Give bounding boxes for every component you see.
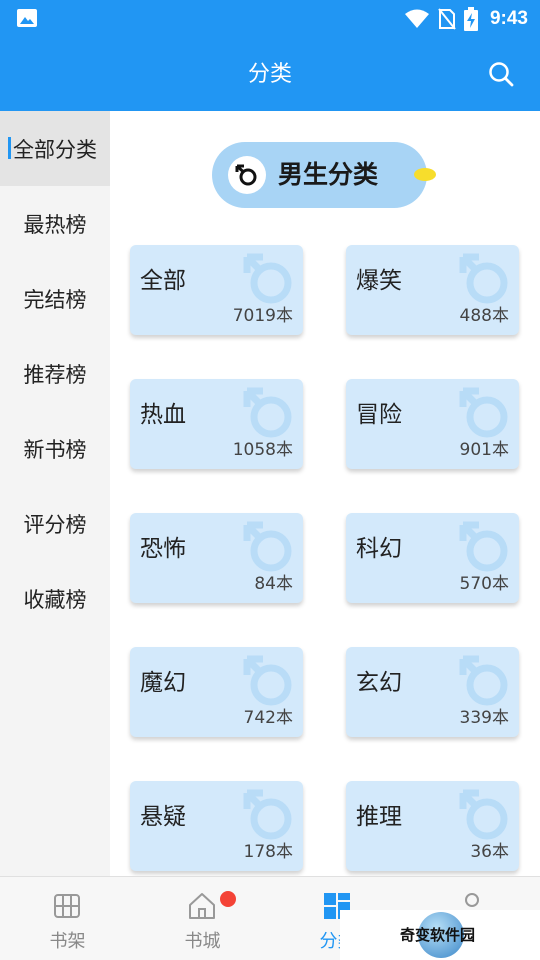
- nav-label: 书架: [49, 931, 86, 952]
- notification-badge: [220, 891, 236, 907]
- sidebar-item-rating[interactable]: 评分榜: [0, 486, 110, 561]
- sidebar-item-new-books[interactable]: 新书榜: [0, 411, 110, 486]
- sidebar-item-label: 新书榜: [23, 437, 87, 462]
- clock: 9:43: [489, 8, 528, 29]
- category-card[interactable]: 恐怖 84本: [130, 513, 303, 603]
- nav-label: 书城: [184, 931, 221, 952]
- ranking-sidebar: 全部分类 最热榜 完结榜 推荐榜 新书榜 评分榜 收藏榜: [0, 111, 110, 876]
- category-name: 科幻: [356, 536, 402, 562]
- male-icon: [241, 519, 297, 575]
- battery-charging-icon: [463, 7, 478, 31]
- nav-item-bookstore[interactable]: 书城: [135, 877, 270, 960]
- category-count: 36本: [470, 842, 509, 862]
- sidebar-item-label: 评分榜: [23, 512, 87, 537]
- category-name: 全部: [140, 268, 186, 294]
- sidebar-item-label: 推荐榜: [23, 362, 87, 387]
- category-name: 热血: [140, 402, 186, 428]
- category-count: 178本: [243, 842, 293, 862]
- sidebar-item-completed[interactable]: 完结榜: [0, 261, 110, 336]
- category-name: 恐怖: [140, 536, 186, 562]
- male-icon: [457, 519, 513, 575]
- category-name: 推理: [356, 804, 402, 830]
- app-bar: 分类: [0, 38, 540, 111]
- category-name: 魔幻: [140, 670, 186, 696]
- watermark: 奇变软件园: [340, 910, 540, 960]
- category-count: 7019本: [232, 306, 293, 326]
- decorative-dot: [414, 168, 436, 181]
- category-card[interactable]: 科幻 570本: [346, 513, 519, 603]
- status-bar: 9:43: [0, 0, 540, 38]
- category-card[interactable]: 冒险 901本: [346, 379, 519, 469]
- male-icon: [241, 251, 297, 307]
- male-icon: [457, 787, 513, 843]
- nav-item-bookshelf[interactable]: 书架: [0, 877, 135, 960]
- category-header-label: 男生分类: [278, 160, 379, 189]
- category-card[interactable]: 玄幻 339本: [346, 647, 519, 737]
- sidebar-item-label: 全部分类: [13, 137, 97, 162]
- sidebar-item-all-categories[interactable]: 全部分类: [0, 111, 110, 186]
- wifi-icon: [404, 9, 429, 28]
- male-icon: [241, 787, 297, 843]
- sidebar-item-favorites[interactable]: 收藏榜: [0, 561, 110, 636]
- sidebar-item-hottest[interactable]: 最热榜: [0, 186, 110, 261]
- watermark-text: 奇变软件园: [400, 926, 476, 944]
- category-name: 爆笑: [356, 268, 402, 294]
- search-icon[interactable]: [488, 61, 514, 87]
- category-count: 339本: [459, 708, 509, 728]
- sidebar-item-label: 最热榜: [23, 212, 87, 237]
- category-name: 悬疑: [140, 804, 186, 830]
- category-card[interactable]: 悬疑 178本: [130, 781, 303, 871]
- male-category-header[interactable]: 男生分类: [212, 142, 427, 208]
- category-card[interactable]: 爆笑 488本: [346, 245, 519, 335]
- home-icon: [189, 893, 215, 919]
- category-name: 玄幻: [356, 670, 402, 696]
- category-panel: 男生分类 全部 7019本 爆笑 488本热血 1058本 冒险 901本恐怖 84本 科幻 57…: [110, 111, 540, 876]
- male-icon: [457, 385, 513, 441]
- category-count: 1058本: [232, 440, 293, 460]
- category-card[interactable]: 热血 1058本: [130, 379, 303, 469]
- bookshelf-icon: [54, 894, 80, 918]
- page-title: 分类: [247, 62, 292, 87]
- male-icon: [457, 653, 513, 709]
- category-name: 冒险: [356, 402, 402, 428]
- category-card[interactable]: 魔幻 742本: [130, 647, 303, 737]
- sidebar-item-label: 收藏榜: [23, 587, 87, 612]
- category-card[interactable]: 推理 36本: [346, 781, 519, 871]
- male-icon: [457, 251, 513, 307]
- category-count: 488本: [459, 306, 509, 326]
- category-count: 570本: [459, 574, 509, 594]
- sidebar-item-label: 完结榜: [23, 287, 87, 312]
- category-count: 84本: [254, 574, 293, 594]
- sidebar-item-recommended[interactable]: 推荐榜: [0, 336, 110, 411]
- male-icon: [228, 156, 266, 194]
- category-count: 742本: [243, 708, 293, 728]
- male-icon: [241, 653, 297, 709]
- no-sim-icon: [438, 8, 456, 30]
- category-count: 901本: [459, 440, 509, 460]
- category-card[interactable]: 全部 7019本: [130, 245, 303, 335]
- male-icon: [241, 385, 297, 441]
- gallery-icon: [17, 9, 37, 27]
